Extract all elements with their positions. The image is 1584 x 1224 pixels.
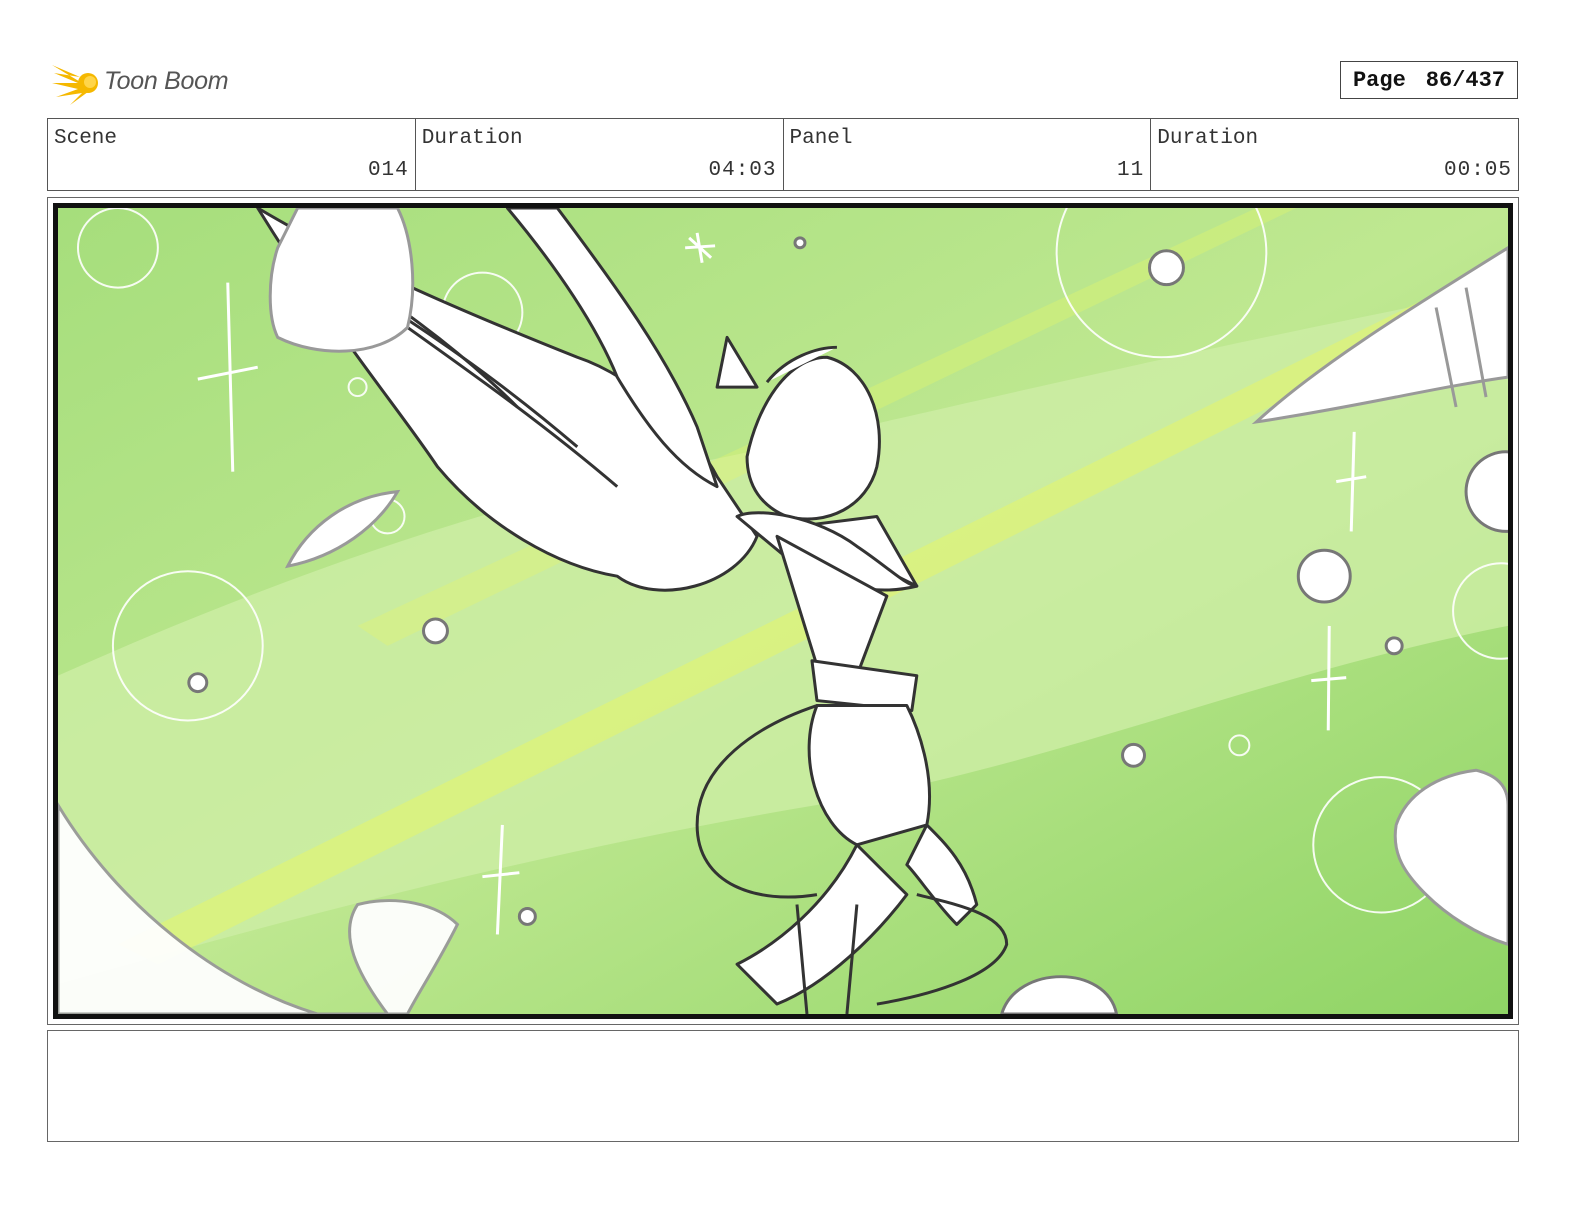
top-left-feather-gray	[268, 208, 415, 353]
page-label: Page	[1352, 67, 1406, 93]
scene-cell: Scene 014	[48, 119, 416, 190]
brand-name: Toon Boom	[104, 66, 229, 95]
page-indicator: Page 86/437	[1340, 61, 1518, 99]
panel-image-frame	[53, 203, 1513, 1019]
scene-value: 014	[367, 159, 409, 182]
storyboard-panel	[47, 197, 1519, 1025]
toon-boom-logo: Toon Boom	[50, 55, 250, 107]
panel-duration-label: Duration	[1157, 127, 1259, 150]
scene-duration-value: 04:03	[708, 159, 777, 182]
panel-duration-value: 00:05	[1443, 159, 1512, 182]
page-number: 86/437	[1425, 67, 1506, 93]
panel-cell: Panel 11	[784, 119, 1152, 190]
panel-duration-cell: Duration 00:05	[1151, 119, 1518, 190]
panel-drawing	[58, 208, 1508, 1014]
notes-area[interactable]	[47, 1030, 1519, 1142]
scene-duration-label: Duration	[421, 127, 523, 150]
panel-info-row: Scene 014 Duration 04:03 Panel 11 Durati…	[47, 118, 1519, 191]
panel-label: Panel	[789, 127, 853, 150]
scene-duration-cell: Duration 04:03	[416, 119, 784, 190]
scene-label: Scene	[54, 127, 118, 150]
panel-value: 11	[1117, 159, 1145, 182]
toon-boom-star-icon	[52, 65, 98, 105]
